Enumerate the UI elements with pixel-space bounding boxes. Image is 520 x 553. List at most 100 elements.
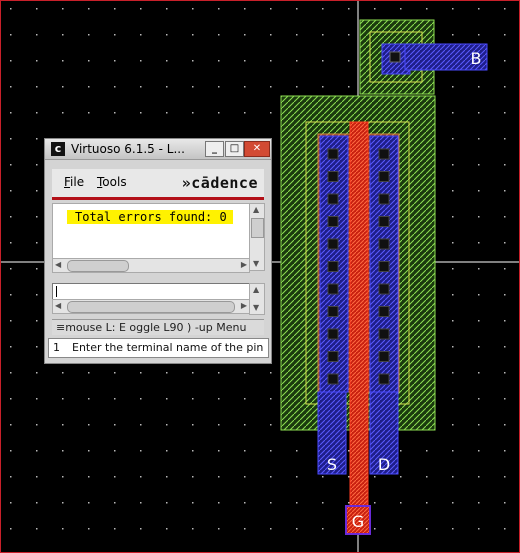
output-horizontal-scrollbar[interactable]: ◀ ▶: [52, 258, 250, 273]
grid-dot: [140, 528, 142, 530]
contact-cut: [378, 216, 390, 227]
grid-dot: [478, 424, 480, 426]
grid-dot: [218, 60, 220, 62]
ciw-window[interactable]: c Virtuoso 6.1.5 - L... _ □ ✕ File Tools…: [44, 138, 272, 364]
grid-dot: [166, 398, 168, 400]
scrollbar-thumb[interactable]: [251, 218, 264, 238]
grid-dot: [10, 138, 12, 140]
grid-dot: [36, 320, 38, 322]
grid-dot: [504, 424, 506, 426]
grid-dot: [348, 450, 350, 452]
grid-dot: [62, 398, 64, 400]
grid-dot: [322, 528, 324, 530]
grid-dot: [88, 60, 90, 62]
scroll-up-icon[interactable]: ▲: [253, 205, 259, 215]
grid-dot: [478, 450, 480, 452]
scroll-right-icon[interactable]: ▶: [241, 301, 247, 311]
input-vertical-scrollbar[interactable]: ▲ ▼: [249, 283, 265, 315]
grid-dot: [478, 190, 480, 192]
grid-dot: [36, 112, 38, 114]
grid-dot: [10, 216, 12, 218]
contact-cut: [378, 283, 390, 295]
grid-dot: [270, 398, 272, 400]
grid-dot: [114, 450, 116, 452]
prompt-number: 1: [53, 341, 60, 354]
grid-dot: [88, 372, 90, 374]
grid-dot: [478, 164, 480, 166]
grid-dot: [296, 476, 298, 478]
grid-dot: [452, 450, 454, 452]
pin-label-gate: G: [352, 512, 364, 531]
grid-dot: [140, 86, 142, 88]
scroll-up-icon[interactable]: ▲: [253, 285, 259, 295]
grid-dot: [296, 34, 298, 36]
grid-dot: [504, 346, 506, 348]
close-icon[interactable]: ✕: [244, 141, 270, 157]
grid-dot: [504, 398, 506, 400]
grid-dot: [400, 502, 402, 504]
scroll-left-icon[interactable]: ◀: [55, 301, 61, 311]
scroll-down-icon[interactable]: ▼: [253, 303, 259, 313]
grid-dot: [10, 190, 12, 192]
grid-dot: [504, 528, 506, 530]
grid-dot: [504, 268, 506, 270]
grid-dot: [10, 268, 12, 270]
grid-dot: [88, 8, 90, 10]
output-vertical-scrollbar[interactable]: ▲ ▼: [249, 203, 265, 271]
grid-dot: [36, 450, 38, 452]
menu-tools[interactable]: Tools: [97, 175, 127, 189]
minimize-icon[interactable]: _: [205, 141, 224, 157]
poly-gate[interactable]: [349, 121, 369, 515]
grid-dot: [62, 8, 64, 10]
grid-dot: [426, 450, 428, 452]
grid-dot: [400, 8, 402, 10]
grid-dot: [218, 450, 220, 452]
grid-dot: [504, 34, 506, 36]
grid-dot: [62, 502, 64, 504]
grid-dot: [244, 450, 246, 452]
grid-dot: [478, 34, 480, 36]
scroll-left-icon[interactable]: ◀: [55, 260, 61, 270]
grid-dot: [218, 34, 220, 36]
grid-dot: [218, 372, 220, 374]
grid-dot: [270, 8, 272, 10]
grid-dot: [452, 424, 454, 426]
maximize-icon[interactable]: □: [225, 141, 244, 157]
grid-dot: [478, 216, 480, 218]
grid-dot: [504, 60, 506, 62]
grid-dot: [36, 60, 38, 62]
scrollbar-thumb[interactable]: [67, 260, 129, 272]
grid-dot: [140, 424, 142, 426]
grid-dot: [10, 8, 12, 10]
grid-dot: [114, 424, 116, 426]
grid-dot: [244, 34, 246, 36]
grid-dot: [10, 476, 12, 478]
grid-dot: [192, 372, 194, 374]
bulk-contact: [389, 51, 401, 63]
ciw-output-pane[interactable]: Total errors found: 0: [52, 203, 250, 259]
grid-dot: [218, 112, 220, 114]
grid-dot: [62, 60, 64, 62]
grid-dot: [452, 528, 454, 530]
contact-cut: [378, 148, 390, 160]
grid-dot: [478, 112, 480, 114]
input-horizontal-scrollbar[interactable]: ◀ ▶: [52, 299, 250, 314]
grid-dot: [10, 424, 12, 426]
grid-dot: [296, 502, 298, 504]
scroll-down-icon[interactable]: ▼: [253, 259, 259, 269]
grid-dot: [140, 398, 142, 400]
menu-file[interactable]: File: [64, 175, 84, 189]
scrollbar-thumb[interactable]: [67, 301, 235, 313]
grid-dot: [452, 372, 454, 374]
ciw-titlebar[interactable]: c Virtuoso 6.1.5 - L... _ □ ✕: [45, 139, 271, 160]
scroll-right-icon[interactable]: ▶: [241, 260, 247, 270]
grid-dot: [140, 112, 142, 114]
contact-cut: [327, 328, 339, 340]
grid-dot: [114, 528, 116, 530]
grid-dot: [296, 8, 298, 10]
grid-dot: [244, 502, 246, 504]
contact-cut: [327, 306, 339, 317]
grid-dot: [504, 320, 506, 322]
grid-dot: [114, 60, 116, 62]
grid-dot: [452, 320, 454, 322]
